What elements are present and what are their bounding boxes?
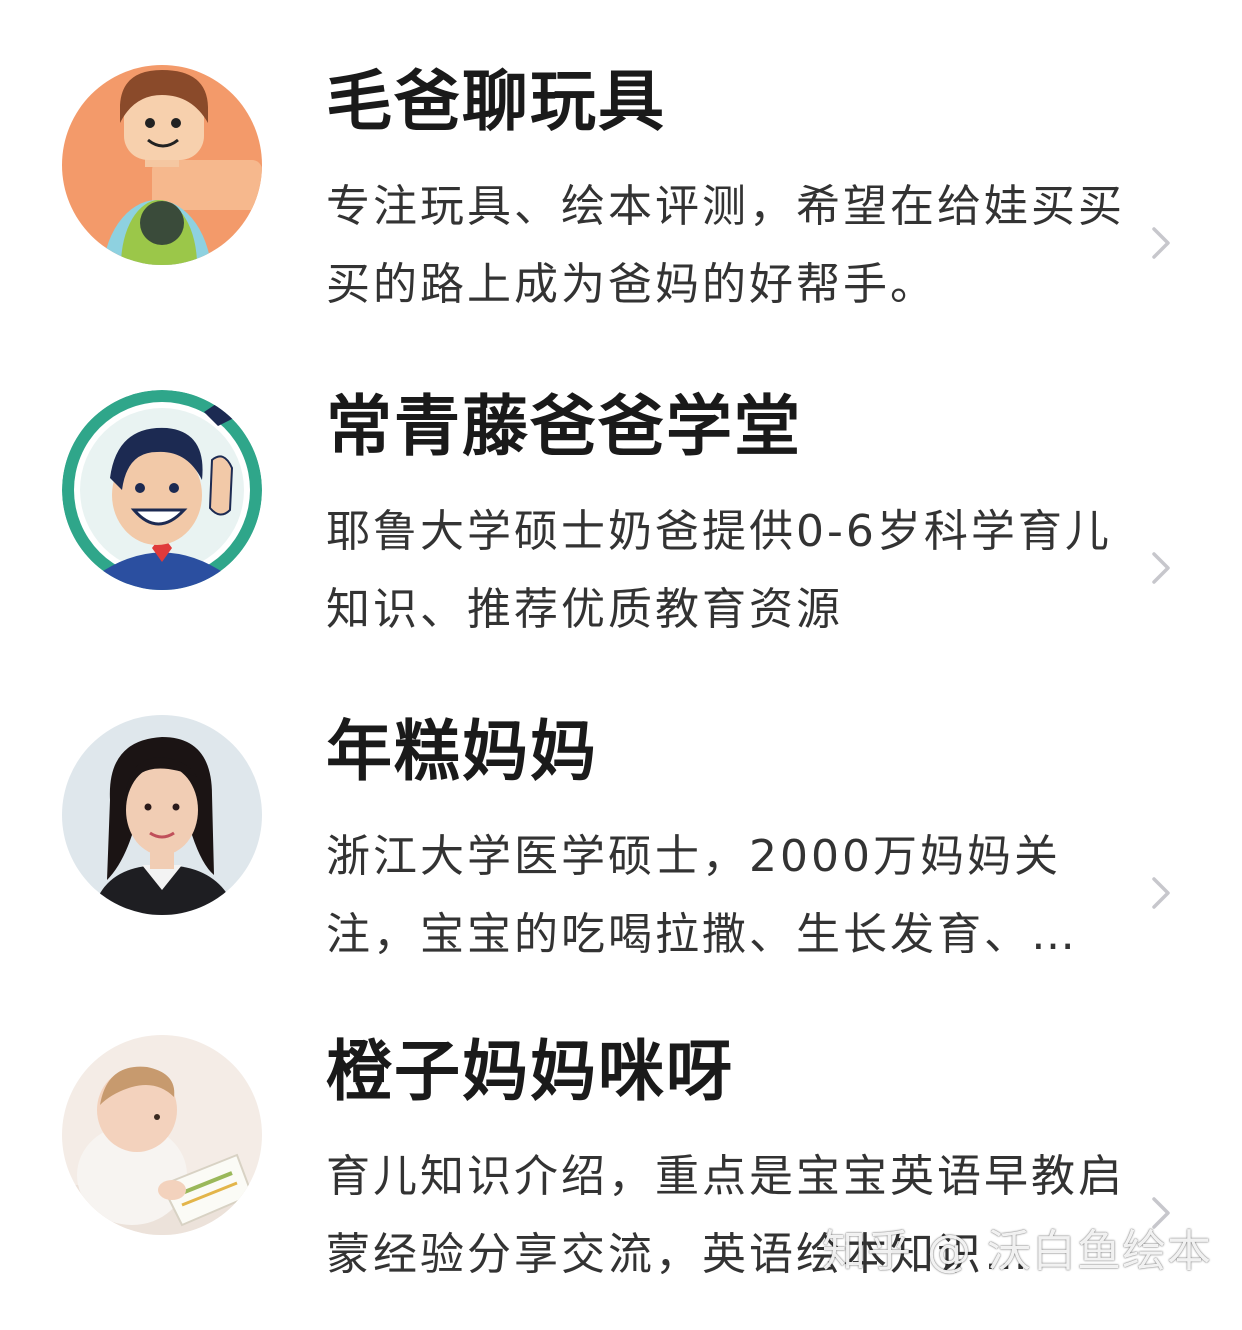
- avatar[interactable]: [62, 715, 262, 915]
- account-description: 耶鲁大学硕士奶爸提供0-6岁科学育儿知识、推荐优质教育资源: [326, 506, 1112, 635]
- cartoon-dad-avatar-icon: [62, 390, 262, 590]
- account-item[interactable]: 毛爸聊玩具 专注玩具、绘本评测，希望在给娃买买买的路上成为爸妈的好帮手。: [0, 40, 1242, 360]
- chevron-right-icon: [1150, 550, 1174, 586]
- account-description: 浙江大学医学硕士，2000万妈妈关注，宝宝的吃喝拉撒、生长发育、…: [326, 831, 1078, 960]
- account-name: 橙子妈妈咪呀: [326, 1033, 734, 1110]
- account-item[interactable]: 年糕妈妈 浙江大学医学硕士，2000万妈妈关注，宝宝的吃喝拉撒、生长发育、…: [0, 690, 1242, 1010]
- account-description: 专注玩具、绘本评测，希望在给娃买买买的路上成为爸妈的好帮手。: [326, 181, 1125, 310]
- account-item[interactable]: 橙子妈妈咪呀 育儿知识介绍，重点是宝宝英语早教启蒙经验分享交流，英语绘本知识…: [0, 1010, 1242, 1330]
- baby-reading-avatar-icon: [62, 1035, 262, 1235]
- account-name: 毛爸聊玩具: [326, 63, 666, 140]
- chevron-right-icon: [1150, 225, 1174, 261]
- watermark: 知乎 @ 沃白鱼绘本: [822, 1226, 1212, 1277]
- avatar[interactable]: [62, 390, 262, 590]
- account-name: 常青藤爸爸学堂: [326, 388, 802, 465]
- avatar[interactable]: [62, 1035, 262, 1235]
- chevron-right-icon: [1150, 875, 1174, 911]
- account-list: 毛爸聊玩具 专注玩具、绘本评测，希望在给娃买买买的路上成为爸妈的好帮手。 常青藤…: [0, 0, 1242, 1307]
- toy-figure-avatar-icon: [62, 65, 262, 265]
- account-item[interactable]: 常青藤爸爸学堂 耶鲁大学硕士奶爸提供0-6岁科学育儿知识、推荐优质教育资源: [0, 365, 1242, 685]
- avatar[interactable]: [62, 65, 262, 265]
- account-name: 年糕妈妈: [326, 713, 598, 790]
- woman-portrait-avatar-icon: [62, 715, 262, 915]
